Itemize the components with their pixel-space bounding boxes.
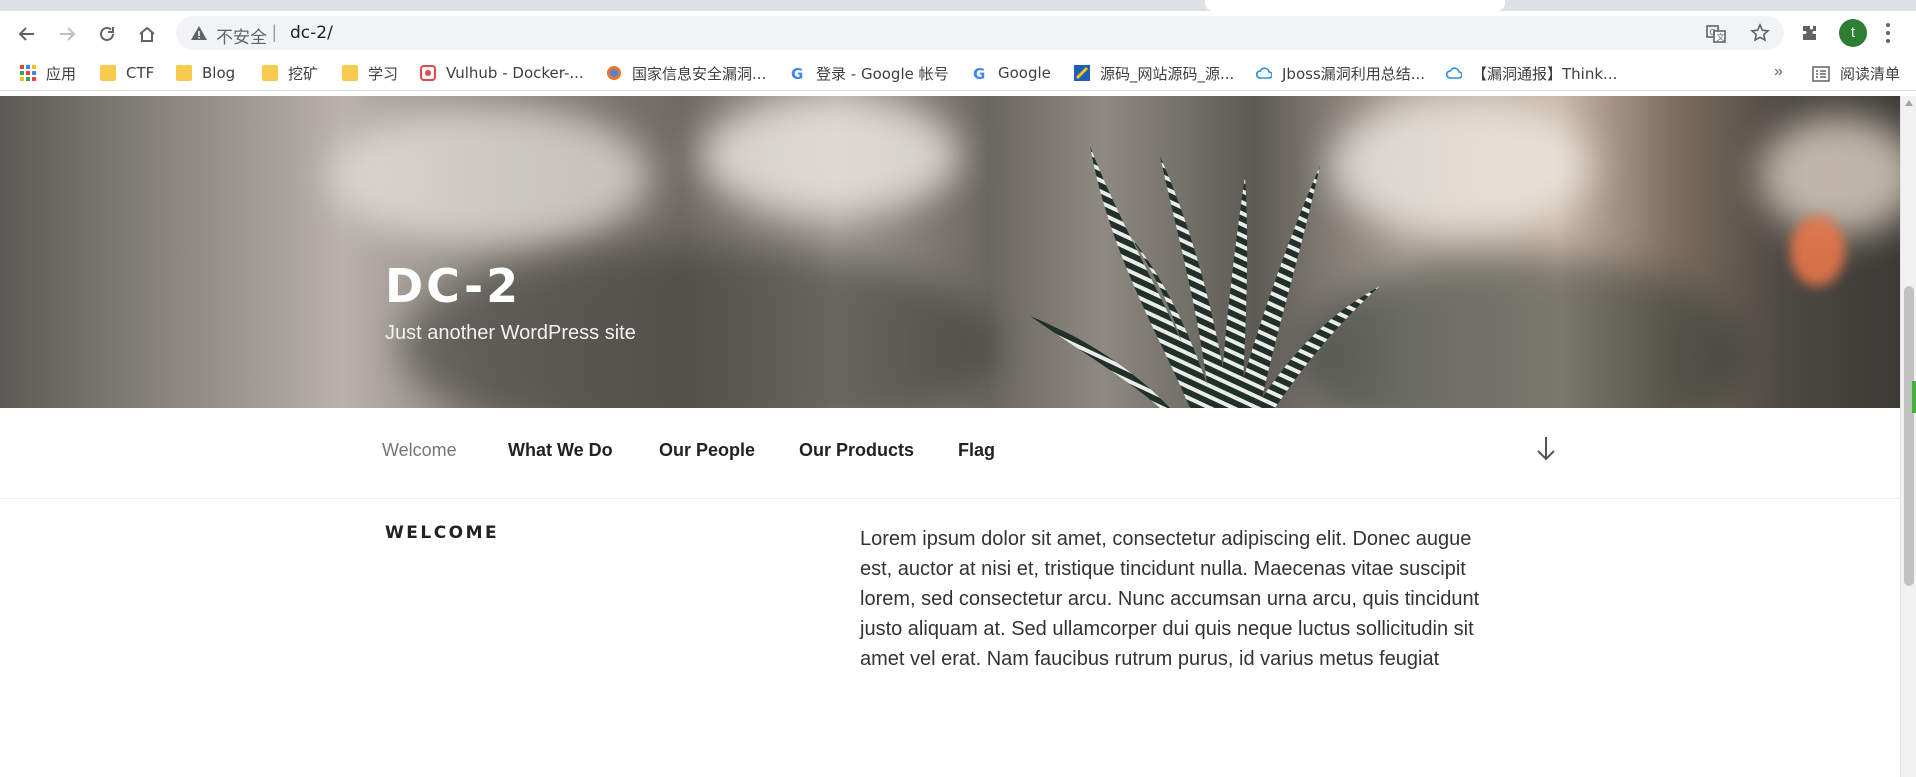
cloud-favicon [1256,67,1272,79]
folder-icon [176,65,192,81]
active-tab[interactable] [1205,0,1505,11]
section-body-text: Lorem ipsum dolor sit amet, consectetur … [860,528,1480,670]
bokeh-light [330,106,650,246]
folder-icon [262,65,278,81]
browser-toolbar: 不安全 | dc-2/ G文 t [0,11,1916,55]
bookmark-label: 【漏洞通报】Think... [1472,64,1618,83]
bookmark-ctf[interactable]: CTF [100,63,154,83]
reading-list-button[interactable]: 阅读清单 [1812,63,1900,84]
back-button[interactable] [12,19,42,49]
home-button[interactable] [132,19,162,49]
bookmark-study[interactable]: 学习 [342,63,398,83]
warning-icon[interactable] [190,24,208,42]
bookmark-source-code[interactable]: 源码_网站源码_源... [1074,63,1234,83]
forward-button[interactable] [52,19,82,49]
url-text[interactable]: dc-2/ [290,23,333,43]
page-viewport: DC-2 Just another WordPress site Welcome… [0,96,1900,777]
tab-strip [0,0,1916,11]
separator: | [272,22,277,42]
scrollbar-thumb[interactable] [1904,286,1914,586]
translate-icon[interactable]: G文 [1706,24,1726,44]
bookmark-star-icon[interactable] [1750,23,1770,43]
google-favicon: G [973,65,985,81]
back-arrow-icon [18,27,34,41]
bookmark-label: 源码_网站源码_源... [1100,64,1235,83]
bokeh-light [700,96,960,216]
bookmark-mining[interactable]: 挖矿 [262,63,318,83]
bookmarks-bar: 应用 CTF Blog 挖矿 学习 Vulhub - Docker-... 国家… [0,55,1916,91]
page-scrollbar[interactable] [1900,96,1916,777]
nav-welcome[interactable]: Welcome [382,440,457,461]
bookmark-apps[interactable]: 应用 [20,63,76,83]
bookmark-jboss[interactable]: Jboss漏洞利用总结... [1256,63,1425,83]
bookmark-label: 学习 [368,64,399,83]
svg-text:文: 文 [1717,32,1725,42]
scrollbar-marker [1912,381,1916,413]
svg-text:G: G [1710,28,1716,37]
scroll-up-arrow-icon[interactable] [1905,100,1913,106]
cloud-favicon [1446,67,1462,79]
security-label[interactable]: 不安全 [216,23,267,48]
svg-text:G: G [791,65,803,81]
bookmark-label: Vulhub - Docker-... [446,64,584,82]
bokeh-orange [1790,216,1845,286]
apps-grid-icon [20,65,36,81]
reading-list-icon [1812,65,1830,82]
bookmark-label: 挖矿 [288,64,319,83]
folder-icon [342,65,358,81]
more-menu-icon[interactable] [1884,21,1892,45]
address-bar[interactable]: 不安全 | dc-2/ G文 [176,16,1784,50]
reading-list-label: 阅读清单 [1840,65,1901,83]
svg-text:G: G [973,65,985,81]
bookmark-label: Google [998,64,1051,82]
reload-icon [100,26,114,41]
nav-flag[interactable]: Flag [958,440,995,461]
more-bookmarks-chevron[interactable]: » [1774,63,1783,81]
extensions-puzzle-icon[interactable] [1800,23,1820,43]
bookmark-google-login[interactable]: G 登录 - Google 帐号 [790,63,949,83]
cnnvd-favicon [607,66,621,80]
bookmark-vuln-report[interactable]: 【漏洞通报】Think... [1446,63,1617,83]
scroll-down-arrow-icon[interactable] [1534,434,1558,464]
plant-icon [1030,146,1380,408]
bookmark-cnnvd[interactable]: 国家信息安全漏洞... [606,63,766,83]
nav-what-we-do[interactable]: What We Do [508,440,613,461]
bookmark-label: 登录 - Google 帐号 [816,64,949,83]
bookmark-label: 国家信息安全漏洞... [632,64,767,83]
bokeh-light [1760,116,1900,236]
main-navigation: Welcome What We Do Our People Our Produc… [0,408,1900,499]
bookmark-label: Jboss漏洞利用总结... [1282,64,1426,83]
vulhub-favicon [420,65,436,81]
home-icon [139,26,155,42]
section-heading: WELCOME [385,523,500,543]
site-title[interactable]: DC-2 [385,259,521,313]
site-description: Just another WordPress site [385,322,636,344]
forward-arrow-icon [60,27,76,41]
header-hero-image: DC-2 Just another WordPress site [0,96,1900,408]
nav-our-people[interactable]: Our People [659,440,755,461]
profile-avatar[interactable]: t [1839,19,1867,47]
bookmark-label: Blog [202,64,236,82]
bookmark-google[interactable]: G Google [972,63,1051,83]
source-site-favicon [1074,65,1090,81]
bookmark-label: 应用 [46,64,77,83]
bookmark-label: CTF [126,64,155,82]
nav-our-products[interactable]: Our Products [799,440,914,461]
bookmark-blog[interactable]: Blog [176,63,235,83]
reload-button[interactable] [92,19,122,49]
google-favicon: G [791,65,803,81]
folder-icon [100,65,116,81]
bookmark-vulhub[interactable]: Vulhub - Docker-... [420,63,584,83]
